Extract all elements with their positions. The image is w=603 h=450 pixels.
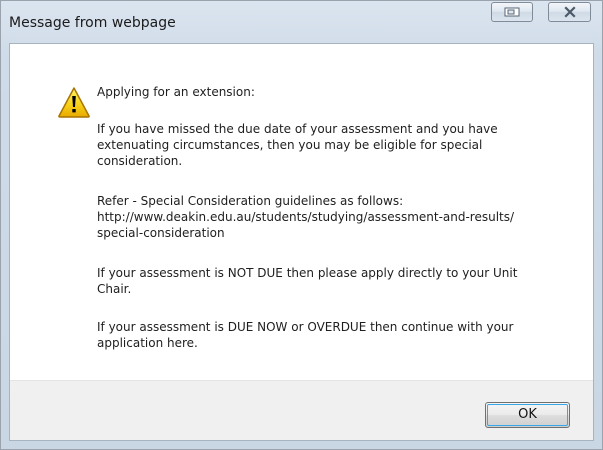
title-bar[interactable]: Message from webpage bbox=[1, 1, 602, 43]
message-dialog: Message from webpage Applying for an ext… bbox=[0, 0, 603, 450]
close-icon bbox=[563, 6, 576, 18]
message-guidelines: Refer - Special Consideration guidelines… bbox=[97, 194, 515, 240]
message-not-due: If your assessment is NOT DUE then pleas… bbox=[97, 266, 518, 296]
dialog-content: Applying for an extension: If you have m… bbox=[9, 43, 594, 441]
restore-button[interactable] bbox=[491, 2, 533, 22]
warning-icon bbox=[58, 87, 90, 118]
button-bar: OK bbox=[10, 380, 593, 440]
message-pane: Applying for an extension: If you have m… bbox=[10, 44, 593, 380]
message-eligibility: If you have missed the due date of your … bbox=[97, 122, 498, 168]
message-overdue: If your assessment is DUE NOW or OVERDUE… bbox=[97, 320, 514, 350]
dialog-title: Message from webpage bbox=[9, 15, 176, 31]
restore-icon bbox=[504, 7, 520, 17]
ok-button[interactable]: OK bbox=[485, 402, 570, 428]
message-heading: Applying for an extension: bbox=[97, 85, 255, 99]
close-button[interactable] bbox=[548, 2, 591, 22]
